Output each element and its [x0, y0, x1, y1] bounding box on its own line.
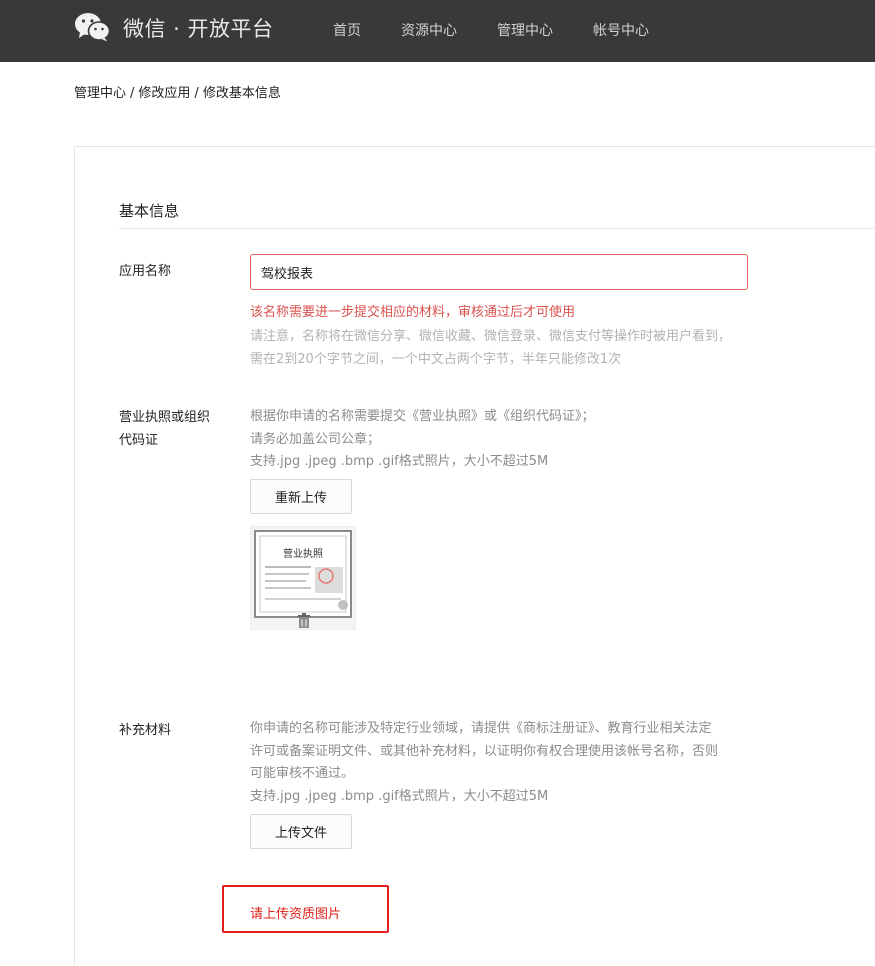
app-name-tip-line-2: 需在2到20个字节之间，一个中文占两个字节，半年只能修改1次	[250, 352, 622, 367]
top-header: 微信 · 开放平台 首页 资源中心 管理中心 帐号中心	[0, 0, 875, 62]
breadcrumb-management-center[interactable]: 管理中心	[74, 86, 126, 101]
nav-management-center[interactable]: 管理中心	[497, 20, 553, 40]
breadcrumb-edit-app[interactable]: 修改应用	[138, 86, 190, 101]
reupload-button[interactable]: 重新上传	[250, 479, 352, 514]
license-thumbnail[interactable]: 营业执照	[250, 526, 356, 630]
app-name-input[interactable]	[250, 254, 748, 290]
license-label-line-1: 营业执照或组织	[119, 410, 211, 425]
section-divider	[119, 228, 875, 229]
license-tip-line-1: 根据你申请的名称需要提交《营业执照》或《组织代码证》；	[250, 409, 595, 424]
license-image: 营业执照	[251, 527, 355, 629]
upload-warning: 请上传资质图片	[250, 907, 342, 922]
section-title: 基本信息	[119, 202, 180, 220]
license-tip-line-2: 请务必加盖公司公章；	[250, 432, 381, 447]
breadcrumb: 管理中心 / 修改应用 / 修改基本信息	[74, 82, 281, 101]
breadcrumb-current: 修改基本信息	[202, 86, 281, 101]
license-tip-line-3: 支持.jpg .jpeg .bmp .gif格式照片，大小不超过5M	[250, 454, 549, 469]
license-label-line-2: 代码证	[119, 433, 159, 448]
supplement-tip-line-3: 可能审核不通过。	[250, 766, 355, 781]
nav-home[interactable]: 首页	[333, 20, 361, 40]
app-name-label: 应用名称	[119, 264, 172, 279]
brand-title[interactable]: 微信 · 开放平台	[123, 13, 274, 43]
supplement-tip-line-4: 支持.jpg .jpeg .bmp .gif格式照片，大小不超过5M	[250, 789, 549, 804]
delete-icon[interactable]	[298, 613, 310, 628]
breadcrumb-separator: /	[194, 86, 199, 101]
nav-account-center[interactable]: 帐号中心	[593, 20, 649, 40]
supplement-label: 补充材料	[119, 723, 172, 738]
supplement-tip-line-1: 你申请的名称可能涉及特定行业领域，请提供《商标注册证》、教育行业相关法定	[250, 721, 712, 736]
app-name-error: 该名称需要进一步提交相应的材料，审核通过后才可使用	[250, 305, 576, 320]
wechat-logo-icon[interactable]	[74, 12, 110, 42]
supplement-tip-line-2: 许可或备案证明文件、或其他补充材料，以证明你有权合理使用该帐号名称，否则	[250, 744, 719, 759]
app-name-tip-line-1: 请注意，名称将在微信分享、微信收藏、微信登录、微信支付等操作时被用户看到，	[250, 329, 732, 344]
breadcrumb-separator: /	[130, 86, 135, 101]
nav-resource-center[interactable]: 资源中心	[401, 20, 457, 40]
upload-file-button[interactable]: 上传文件	[250, 814, 352, 849]
thumbnail-title: 营业执照	[283, 547, 323, 560]
